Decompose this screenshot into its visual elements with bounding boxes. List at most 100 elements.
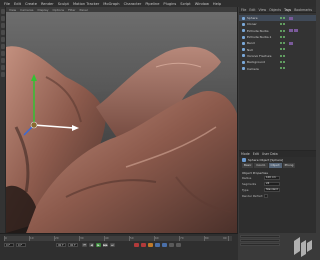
field-label: Render Perfect [242,194,263,198]
right-panels: File Edit View Objects Tags Bookmarks Sp… [239,7,316,233]
viewport-menu-cameras[interactable]: Cameras [20,8,33,12]
tick-label: 50 [130,236,134,240]
field-label: Radius [242,176,252,180]
om-menu-file[interactable]: File [241,8,246,12]
autokey-button[interactable] [141,243,146,247]
sphere-icon [242,16,245,20]
tick-label: 40 [105,236,109,240]
end-frame-field[interactable]: 90 F [56,243,66,247]
om-menu-tags[interactable]: Tags [284,8,291,12]
menu-plugins[interactable]: Plugins [163,2,176,6]
viewport-menu: View Cameras Display Options Filter Pane… [6,7,237,12]
menu-script[interactable]: Script [180,2,190,6]
tool-button[interactable] [1,58,5,63]
menu-help[interactable]: Help [213,2,221,6]
object-name: Background [247,60,265,65]
rock-mesh-render [6,46,237,233]
om-menu-objects[interactable]: Objects [269,8,281,12]
go-to-start-button[interactable]: ⏮ [82,243,87,247]
tool-button[interactable] [1,72,5,77]
attr-menu-edit[interactable]: Edit [253,152,259,156]
tool-button[interactable] [1,51,5,56]
attr-menu-user-data[interactable]: User Data [262,152,278,156]
step-forward-button[interactable]: ▶▶ [103,243,108,247]
render-perfect-checkbox[interactable] [264,194,268,198]
max-frame-field[interactable]: 90 F [68,243,78,247]
go-to-end-button[interactable]: ⏭ [110,243,115,247]
current-frame-field[interactable]: 0 F [16,243,26,247]
null-icon [242,48,245,52]
om-menu-bookmarks[interactable]: Bookmarks [294,8,312,12]
tick-label: 10 [30,236,34,240]
menu-character[interactable]: Character [124,2,142,6]
attr-menu-mode[interactable]: Mode [241,152,250,156]
tool-button[interactable] [1,9,5,14]
menu-motion-tracker[interactable]: Motion Tracker [73,2,99,6]
background-icon [242,60,245,64]
3d-viewport[interactable]: View Cameras Display Options Filter Pane… [6,7,238,233]
menu-window[interactable]: Window [195,2,209,6]
tab-object[interactable]: Object [268,163,282,168]
menu-sculpt[interactable]: Sculpt [58,2,69,6]
tick-label: 60 [155,236,159,240]
object-row[interactable]: Camera [239,65,316,71]
record-controls [134,243,181,247]
coordinate-field[interactable] [240,243,280,246]
coordinate-fields [240,235,280,247]
record-scale-button[interactable] [169,243,174,247]
record-keys-button[interactable] [134,243,139,247]
object-name: Null [247,47,253,52]
coordinate-field[interactable] [240,239,280,242]
start-frame-field[interactable]: 0 F [4,243,14,247]
attribute-object-title: Sphere Object [Sphere] [248,158,284,162]
object-name: Extrude Nurbs [247,28,269,33]
record-parameter-button[interactable] [176,243,181,247]
tool-button[interactable] [1,30,5,35]
timeline-ruler[interactable]: 0 10 20 30 40 50 60 70 80 90 [4,236,232,241]
gizmo-center[interactable] [30,121,38,129]
om-menu-edit[interactable]: Edit [249,8,255,12]
menu-render[interactable]: Render [41,2,54,6]
tool-button[interactable] [1,23,5,28]
object-name: Camera [247,66,259,71]
watermark-logo-icon [294,237,312,257]
tab-basic[interactable]: Basic [242,163,254,168]
play-button[interactable]: ▶ [96,243,101,247]
viewport-menu-panel[interactable]: Panel [80,8,88,12]
tool-button[interactable] [1,16,5,21]
menu-create[interactable]: Create [25,2,37,6]
object-name: Voronoi Fracture [247,53,272,58]
extrude-icon [242,35,245,39]
tab-coord[interactable]: Coord. [254,163,268,168]
record-rotation-button[interactable] [162,243,167,247]
tick-label: 90 [223,236,227,240]
radius-field[interactable]: 100 cm [264,176,280,180]
attribute-tabs: Basic Coord. Object Phong [239,163,316,168]
tool-button[interactable] [1,65,5,70]
tab-phong[interactable]: Phong [282,163,296,168]
viewport-menu-filter[interactable]: Filter [68,8,75,12]
record-position-button[interactable] [155,243,160,247]
menu-mograph[interactable]: MoGraph [103,2,119,6]
tick-label: 80 [205,236,209,240]
attribute-row: Render Perfect [239,193,316,199]
viewport-menu-options[interactable]: Options [53,8,65,12]
viewport-menu-view[interactable]: View [9,8,16,12]
viewport-menu-display[interactable]: Display [37,8,48,12]
type-dropdown[interactable]: Standard [264,188,280,192]
tool-button[interactable] [1,37,5,42]
keyframe-selection-button[interactable] [148,243,153,247]
tick-label: 70 [180,236,184,240]
om-menu-view[interactable]: View [259,8,267,12]
field-label: Type [242,188,249,192]
menu-pipeline[interactable]: Pipeline [145,2,159,6]
menu-edit[interactable]: Edit [14,2,21,6]
segments-field[interactable]: 24 [264,182,280,186]
cloner-icon [242,22,245,26]
step-back-button[interactable]: ◀ [89,243,94,247]
object-list: Sphere Cloner Extrude Nurbs Extrude Nurb… [239,13,316,75]
coordinate-field[interactable] [240,235,280,238]
menu-file[interactable]: File [4,2,10,6]
tick-label: 30 [80,236,84,240]
tool-button[interactable] [1,44,5,49]
